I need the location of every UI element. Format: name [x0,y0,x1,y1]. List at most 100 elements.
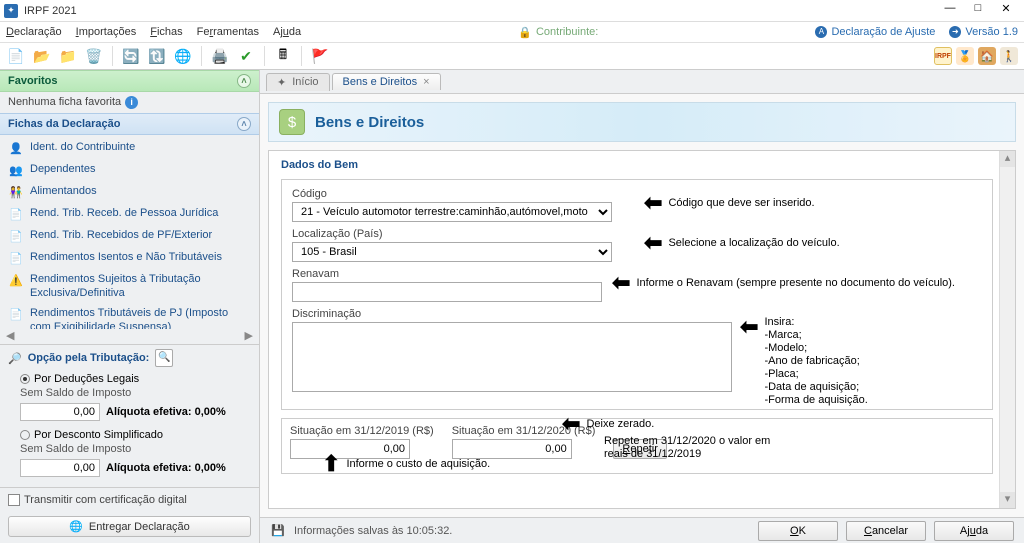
fichas-header[interactable]: Fichas da Declaração˄ [0,113,259,135]
menu-ajuda[interactable]: Ajuda [273,26,301,38]
arrow-left-icon: ⬅ [644,196,662,210]
situacao-row: Situação em 31/12/2019 (R$) Situação em … [281,418,993,474]
sidebar-item-rend-pf[interactable]: 📄Rend. Trib. Recebidos de PF/Exterior [0,225,259,247]
help-button[interactable]: Ajuda [934,521,1014,541]
sidebar-item-exig-suspensa[interactable]: 📄Rendimentos Tributáveis de PJ (Imposto … [0,303,259,329]
chevron-up-icon[interactable]: ˄ [237,74,251,88]
local-select[interactable]: 105 - Brasil [292,242,612,262]
fieldset-bem: Código 21 - Veículo automotor terrestre:… [281,179,993,410]
save-status-icon: 💾 [270,523,286,539]
page-title: Bens e Direitos [315,114,424,131]
sidebar-item-dependentes[interactable]: 👥Dependentes [0,159,259,181]
toolbar: 📄 📂 📁 🗑️ 🔄 🔃 🌐 🖨️ ✔ 🖩 🚩 IRPF 🏅 🏠 🚶 [0,42,1024,70]
sit2019-label: Situação em 31/12/2019 (R$) [290,425,434,437]
irpf-badge: IRPF [934,47,952,65]
aliq-2: Alíquota efetiva: 0,00% [106,462,226,474]
tab-close-icon[interactable]: × [423,76,429,88]
tab-bar: ✦Início Bens e Direitos× [260,70,1024,94]
menu-declaracao[interactable]: Declaração [6,26,62,38]
amount-1[interactable] [20,403,100,421]
minimize-button[interactable]: — [936,2,964,20]
menu-fichas[interactable]: Fichas [150,26,182,38]
sub-sem-saldo-2: Sem Saldo de Imposto [8,443,251,455]
annot-zerado: Deixe zerado. [586,418,654,431]
tab-bens-direitos[interactable]: Bens e Direitos× [332,73,441,90]
deliver-button[interactable]: 🌐 Entregar Declaração [8,516,251,537]
arrow-up-icon: ⬆ [322,457,340,471]
title-bar: ✦ IRPF 2021 — □ ✕ [0,0,1024,22]
person-icon[interactable]: 🚶 [1000,47,1018,65]
window-title: IRPF 2021 [24,5,936,17]
status-message: Informações salvas às 10:05:32. [294,525,750,537]
annot-local: Selecione a localização do veículo. [668,237,839,250]
favorites-header[interactable]: Favoritos˄ [0,70,259,92]
discrim-textarea[interactable] [292,322,732,392]
close-button[interactable]: ✕ [992,2,1020,20]
sit2019-input[interactable] [290,439,410,459]
globe-send-icon: 🌐 [69,520,83,533]
nav-next-icon[interactable]: ▶ [245,329,253,342]
tab-inicio[interactable]: ✦Início [266,73,330,91]
app-icon: ✦ [4,4,18,18]
scroll-down-icon[interactable]: ▾ [1000,492,1015,508]
sidebar: Favoritos˄ Nenhuma ficha favoritai Ficha… [0,70,260,543]
version-label: ➜Versão 1.9 [949,26,1018,38]
cancel-button[interactable]: Cancelar [846,521,926,541]
maximize-button[interactable]: □ [964,2,992,20]
taxopt-title: Opção pela Tributação: [28,352,150,364]
money-icon: $ [279,109,305,135]
nav-prev-icon[interactable]: ◀ [6,329,14,342]
chevron-up-icon[interactable]: ˄ [237,117,251,131]
sync2-icon[interactable]: 🔃 [147,46,167,66]
renavam-input[interactable] [292,282,602,302]
sit2020-input[interactable] [452,439,572,459]
magnifier-button[interactable]: 🔍 [155,349,173,367]
sidebar-item-ident[interactable]: 👤Ident. do Contribuinte [0,137,259,159]
scrollbar[interactable]: ▴ ▾ [999,151,1015,508]
new-doc-icon[interactable]: 📄 [6,46,26,66]
home-icon[interactable]: 🏠 [978,47,996,65]
radio-simplificado[interactable]: Por Desconto Simplificado [8,427,251,443]
annot-repete: Repete em 31/12/2020 o valor em reais de… [604,435,784,461]
sidebar-item-isentos[interactable]: 📄Rendimentos Isentos e Não Tributáveis [0,247,259,269]
arrow-left-icon: ⬅ [644,236,662,250]
cert-checkbox[interactable] [8,494,20,506]
open-folder-icon[interactable]: 📂 [32,46,52,66]
print-icon[interactable]: 🖨️ [210,46,230,66]
discrim-label: Discriminação [292,308,982,320]
codigo-select[interactable]: 21 - Veículo automotor terrestre:caminhã… [292,202,612,222]
annot-custo: Informe o custo de aquisição. [346,458,490,471]
info-icon[interactable]: i [125,96,138,109]
sync-icon[interactable]: 🔄 [121,46,141,66]
sidebar-item-trib-exclusiva[interactable]: ⚠️Rendimentos Sujeitos à Tributação Excl… [0,269,259,303]
menu-bar: Declaração Importações Fichas Ferramenta… [0,22,1024,42]
favorites-empty: Nenhuma ficha favoritai [0,92,259,113]
close-doc-icon[interactable]: 📁 [58,46,78,66]
fichas-list: 👤Ident. do Contribuinte 👥Dependentes 👫Al… [0,135,259,329]
amount-2[interactable] [20,459,100,477]
calculator-icon[interactable]: 🖩 [273,46,293,66]
scroll-up-icon[interactable]: ▴ [1000,151,1015,167]
annot-renavam: Informe o Renavam (sempre presente no do… [636,277,955,290]
globe-icon[interactable]: 🌐 [173,46,193,66]
content-area: ✦Início Bens e Direitos× $ Bens e Direit… [260,70,1024,543]
arrow-left-icon: ⬅ [562,417,580,431]
codigo-label: Código [292,188,982,200]
radio-deducoes[interactable]: Por Deduções Legais [8,371,251,387]
sidebar-item-alimentandos[interactable]: 👫Alimentandos [0,181,259,203]
flag-icon[interactable]: 🚩 [310,46,330,66]
ok-button[interactable]: OK [758,521,838,541]
local-label: Localização (País) [292,228,982,240]
contribuinte-label: 🔒 Contribuinte: [518,26,598,39]
check-icon[interactable]: ✔ [236,46,256,66]
sub-sem-saldo-1: Sem Saldo de Imposto [8,387,251,399]
medal-icon[interactable]: 🏅 [956,47,974,65]
form-area: ▴ ▾ Dados do Bem Código 21 - Veículo aut… [268,150,1016,509]
menu-importacoes[interactable]: Importações [76,26,137,38]
menu-ferramentas[interactable]: Ferramentas [197,26,259,38]
cert-row[interactable]: Transmitir com certificação digital [0,487,259,512]
tax-option-panel: 🔎 Opção pela Tributação: 🔍 Por Deduções … [0,344,259,487]
trash-icon[interactable]: 🗑️ [84,46,104,66]
sidebar-item-rend-pj[interactable]: 📄Rend. Trib. Receb. de Pessoa Jurídica [0,203,259,225]
footer-bar: 💾 Informações salvas às 10:05:32. OK Can… [260,517,1024,543]
